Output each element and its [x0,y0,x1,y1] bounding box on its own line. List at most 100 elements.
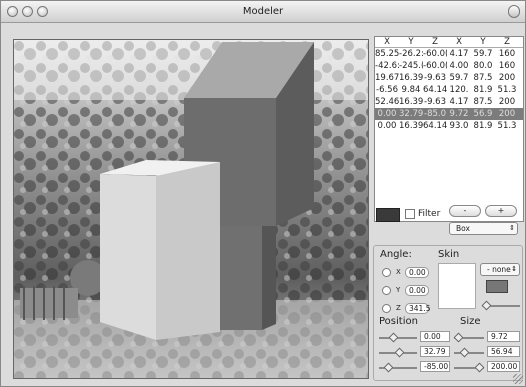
window-title: Modeler [242,6,284,17]
table-row[interactable]: 0.00 32.79 -85.0 9.72 56.9 200 [375,108,523,120]
vertex-table[interactable]: X Y Z X Y Z 85.25 -26.2: -60.0(4.17 59.7 160… [374,36,524,222]
table-cell: 16.39 [399,97,423,107]
table-cell: 200 [498,73,516,83]
size-label: Size [460,316,481,327]
angle-y-knob[interactable] [382,286,391,295]
toolbar-toggle-button[interactable] [508,5,520,18]
table-cell: 160 [498,61,516,71]
table-cell: 51.3 [497,121,517,131]
add-button[interactable]: + [485,205,517,217]
table-cell: 56.9 [473,109,493,119]
position-z-slider[interactable] [383,362,394,373]
table-row[interactable]: 19.67 16.39 -9.63 59.7 87.5 200 [375,72,523,84]
table-cell: -6.56 [376,85,398,95]
table-row[interactable]: 52.46 16.39 -9.63 4.17 87.5 200 [375,96,523,108]
table-cell: 16.39 [399,73,423,83]
column-header: Y [480,37,486,47]
remove-button[interactable]: - [449,205,481,217]
table-cell: 200 [498,97,516,107]
skin-color-swatch[interactable] [486,280,508,293]
size-x-slider[interactable] [453,332,464,343]
table-cell: -9.63 [424,73,446,83]
table-cell: 120. [449,85,469,95]
table-row[interactable]: 85.25 -26.2: -60.0(4.17 59.7 160 [375,48,523,60]
angle-x-field[interactable]: 0.00 [405,267,429,278]
color-swatch[interactable] [376,208,400,222]
angle-z-label: Z [396,304,401,312]
table-row[interactable]: -42.6: -245.(-60.0(4.00 80.0 160 [375,60,523,72]
angle-label: Angle: [380,249,412,260]
table-cell: 80.0 [473,61,493,71]
skin-slider-thumb[interactable] [481,300,492,311]
scene-render [14,40,368,378]
table-cell: 32.79 [399,109,423,119]
position-label: Position [379,316,418,327]
table-cell: 19.67 [375,73,399,83]
position-x-slider[interactable] [388,332,399,343]
angle-z-knob[interactable] [382,304,391,313]
table-cell: 160 [498,49,516,59]
select-arrows-icon: ⇕ [509,224,515,232]
table-cell: 9.84 [401,85,421,95]
filter-checkbox[interactable] [405,209,415,219]
size-z-field[interactable]: 200.00 [487,361,520,372]
table-cell: -26.2: [399,49,423,59]
table-cell: -42.6: [375,61,399,71]
table-cell: -245.( [399,61,423,71]
table-cell: 85.25 [375,49,399,59]
skin-select[interactable]: - none - ⇕ [480,263,520,276]
position-x-field[interactable]: 0.00 [420,331,450,342]
shape-select[interactable]: Box ⇕ [449,222,518,235]
skin-preview[interactable] [438,263,476,309]
skin-label: Skin [438,249,460,260]
column-header: X [456,37,462,47]
angle-y-field[interactable]: 0.00 [405,285,429,296]
transform-group: Angle: Skin X 0.00 Y 0.00 Z 341.5 - none… [373,245,523,381]
table-cell: 4.00 [449,61,469,71]
table-cell: -85.0 [424,109,446,119]
position-z-field[interactable]: -85.00 [420,361,450,372]
title-bar[interactable]: Modeler [1,1,525,23]
angle-z-field[interactable]: 341.5 [405,303,430,314]
table-cell: -60.0( [423,49,447,59]
table-cell: 81.9 [473,85,493,95]
table-cell: 4.17 [449,97,469,107]
column-header: Z [432,37,438,47]
column-header: Y [408,37,414,47]
table-cell: 87.5 [473,73,493,83]
resize-grip[interactable] [513,374,523,384]
table-cell: 51.3 [497,85,517,95]
size-z-slider[interactable] [474,362,485,373]
table-cell: 64.14 [423,121,447,131]
size-y-slider[interactable] [459,347,470,358]
position-y-slider[interactable] [394,347,405,358]
table-row[interactable]: 0.00 16.39 64.14 93.0 81.9 51.3 [375,120,523,132]
table-cell: 0.00 [377,109,397,119]
fence [20,286,78,320]
table-cell: 200 [498,109,516,119]
3d-viewport[interactable] [13,39,369,379]
table-cell: 52.46 [375,97,399,107]
angle-y-label: Y [396,286,401,294]
size-x-field[interactable]: 9.72 [487,331,520,342]
table-cell: 16.39 [399,121,423,131]
table-cell: 4.17 [449,49,469,59]
table-cell: 9.72 [449,109,469,119]
filter-label: Filter [418,209,441,219]
table-cell: 93.0 [449,121,469,131]
table-cell: 59.7 [473,49,493,59]
size-y-field[interactable]: 56.94 [487,346,520,357]
table-cell: 64.14 [423,85,447,95]
table-row[interactable]: -6.56 9.84 64.14 120. 81.9 51.3 [375,84,523,96]
table-cell: -60.0( [423,61,447,71]
modeler-window: Modeler X Y Z X Y Z 85.25 -26.2: -60.0(… [0,0,526,387]
angle-x-knob[interactable] [382,268,391,277]
column-header: Z [504,37,510,47]
table-cell: 81.9 [473,121,493,131]
angle-x-label: X [396,268,401,276]
select-arrows-icon: ⇕ [511,265,517,273]
position-y-field[interactable]: 32.79 [420,346,450,357]
inspector-panel: X Y Z X Y Z 85.25 -26.2: -60.0(4.17 59.7 160… [371,23,525,385]
light-box-model[interactable] [100,160,220,340]
table-cell: -9.63 [424,97,446,107]
